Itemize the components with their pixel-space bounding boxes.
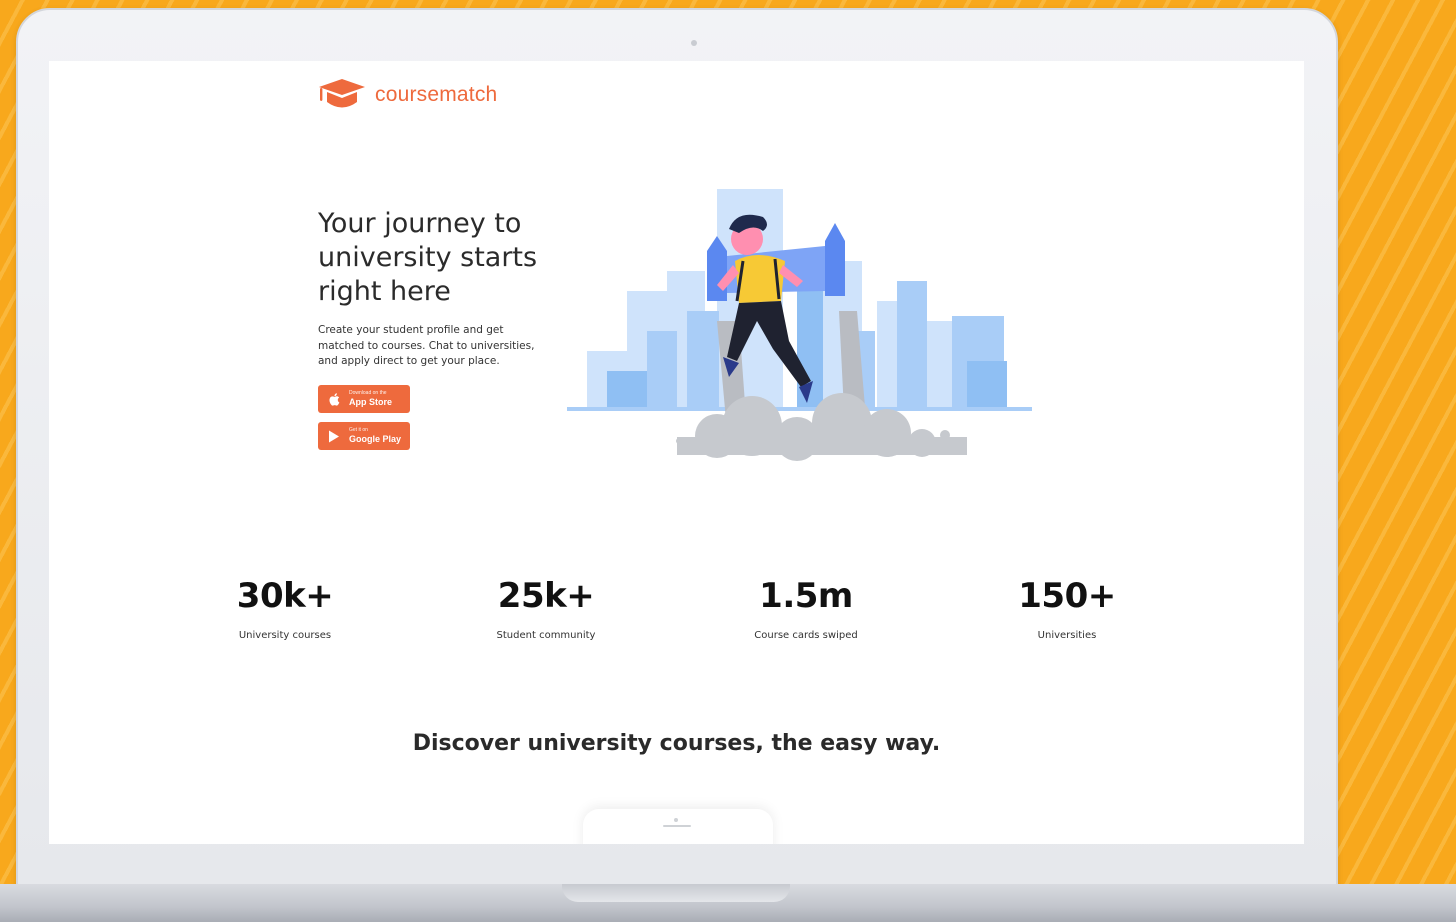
website-screen: coursematch Your journey to university s… (49, 61, 1304, 844)
stat-value: 25k+ (497, 576, 595, 616)
stat-value: 1.5m (759, 576, 853, 616)
hero-title: Your journey to university starts right … (318, 208, 538, 307)
stat-label: Universities (1037, 630, 1097, 641)
play-icon (327, 429, 341, 443)
stat-courses: 30k+ University courses (185, 576, 385, 641)
app-store-small-text: Download on the (349, 390, 387, 396)
apple-icon (327, 392, 341, 406)
stat-label: Course cards swiped (754, 630, 858, 641)
stat-cards-swiped: 1.5m Course cards swiped (706, 576, 906, 641)
jetpack-student-illustration (567, 189, 1032, 461)
google-play-small-text: Get it on (349, 427, 368, 433)
google-play-button[interactable]: Get it on Google Play (318, 422, 410, 450)
app-store-big-text: App Store (349, 397, 393, 407)
hero-description: Create your student profile and get matc… (318, 324, 535, 367)
stat-value: 30k+ (236, 576, 334, 616)
stat-universities: 150+ Universities (967, 576, 1167, 641)
stat-label: Student community (496, 630, 596, 641)
stat-community: 25k+ Student community (446, 576, 646, 641)
logo-text: coursematch (375, 83, 498, 106)
phone-speaker (663, 825, 691, 827)
phone-camera (674, 818, 678, 822)
discover-heading: Discover university courses, the easy wa… (412, 731, 941, 756)
webcam-dot (691, 40, 697, 46)
app-store-button[interactable]: Download on the App Store (318, 385, 410, 413)
coursematch-logo[interactable]: coursematch (317, 77, 497, 113)
stat-value: 150+ (1018, 576, 1116, 616)
phone-mockup-top (583, 809, 773, 844)
google-play-big-text: Google Play (349, 434, 402, 444)
stat-label: University courses (238, 630, 332, 641)
laptop-base-notch (562, 884, 790, 902)
graduation-cap-icon (319, 79, 365, 108)
